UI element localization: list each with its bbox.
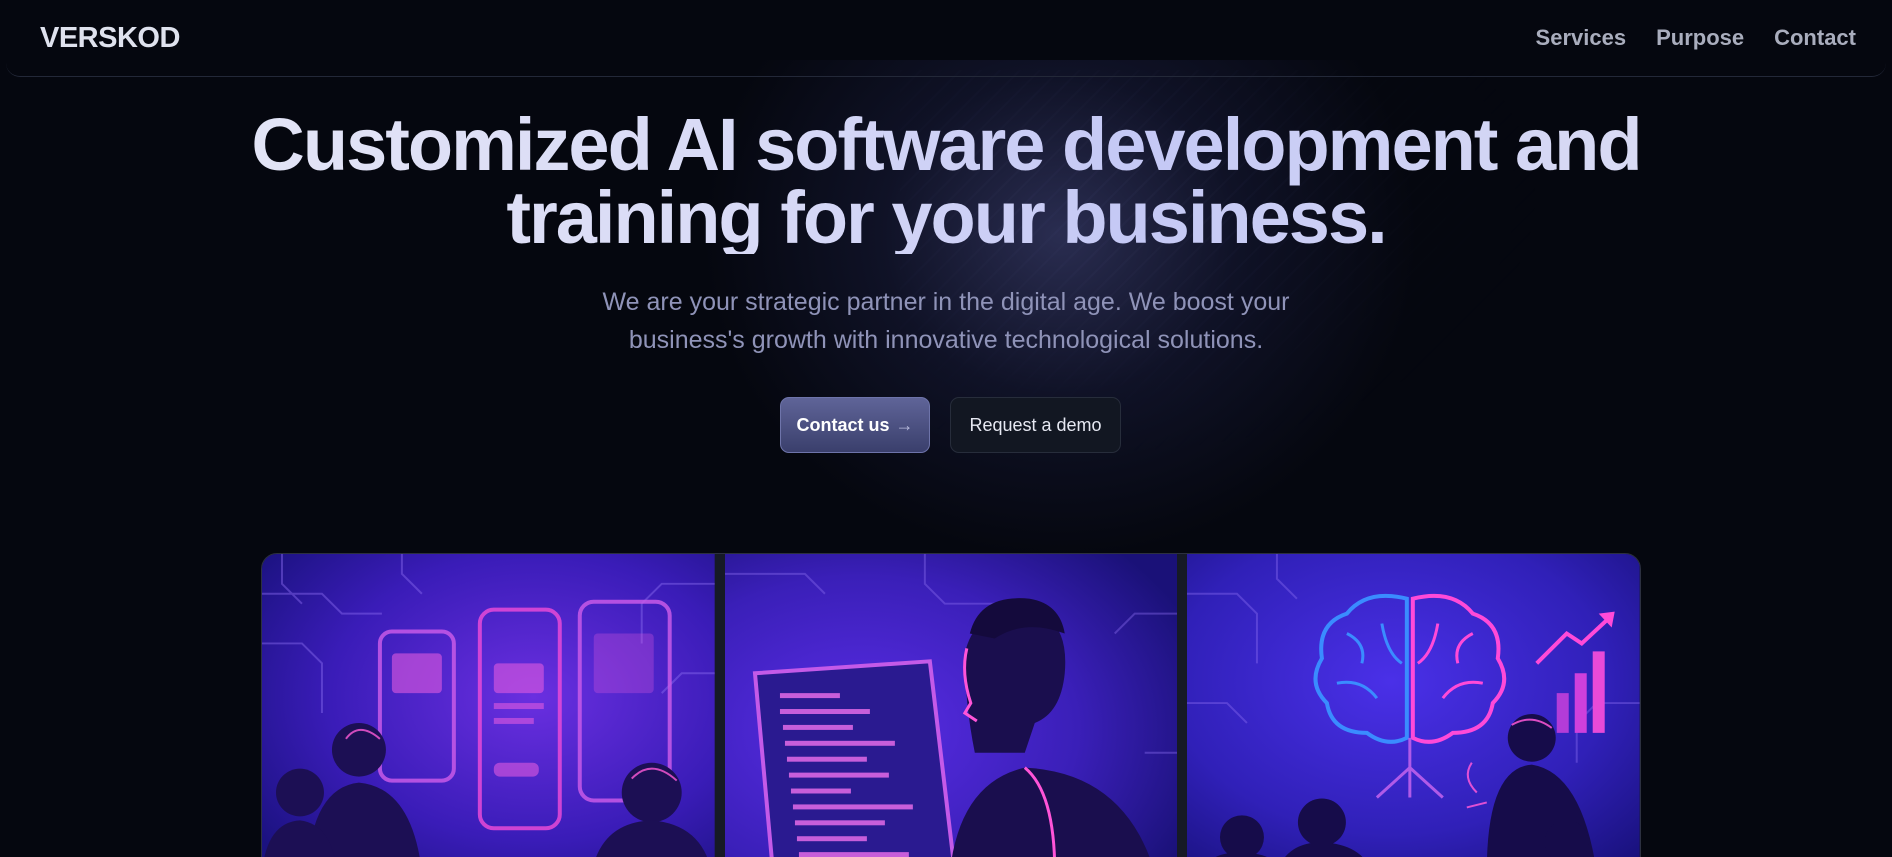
site-logo[interactable]: VERSKOD bbox=[40, 22, 180, 55]
contact-us-button[interactable]: Contact us → bbox=[780, 397, 930, 453]
nav-contact[interactable]: Contact bbox=[1774, 25, 1856, 51]
ai-brain-growth-image bbox=[1187, 554, 1640, 857]
developer-coding-image bbox=[724, 554, 1178, 857]
contact-us-label: Contact us bbox=[796, 414, 890, 435]
app-design-team-image bbox=[262, 554, 715, 857]
hero-title-line-2: training for your business. bbox=[506, 176, 1386, 259]
hero-title-line-1: Customized AI software development and bbox=[251, 103, 1641, 186]
request-demo-label: Request a demo bbox=[969, 414, 1102, 435]
hero-image-gallery bbox=[261, 553, 1641, 857]
hero-title: Customized AI software development and t… bbox=[0, 108, 1892, 254]
request-demo-button[interactable]: Request a demo bbox=[950, 397, 1121, 453]
nav-services[interactable]: Services bbox=[1536, 25, 1627, 51]
nav-purpose[interactable]: Purpose bbox=[1656, 25, 1744, 51]
hero-subtitle-line-1: We are your strategic partner in the dig… bbox=[602, 288, 1290, 316]
hero-subtitle: We are your strategic partner in the dig… bbox=[0, 283, 1892, 359]
top-nav-bar: VERSKOD Services Purpose Contact bbox=[6, 0, 1886, 77]
arrow-right-icon: → bbox=[895, 414, 914, 435]
main-nav: Services Purpose Contact bbox=[1536, 25, 1856, 51]
hero-subtitle-line-2: business's growth with innovative techno… bbox=[628, 326, 1264, 354]
